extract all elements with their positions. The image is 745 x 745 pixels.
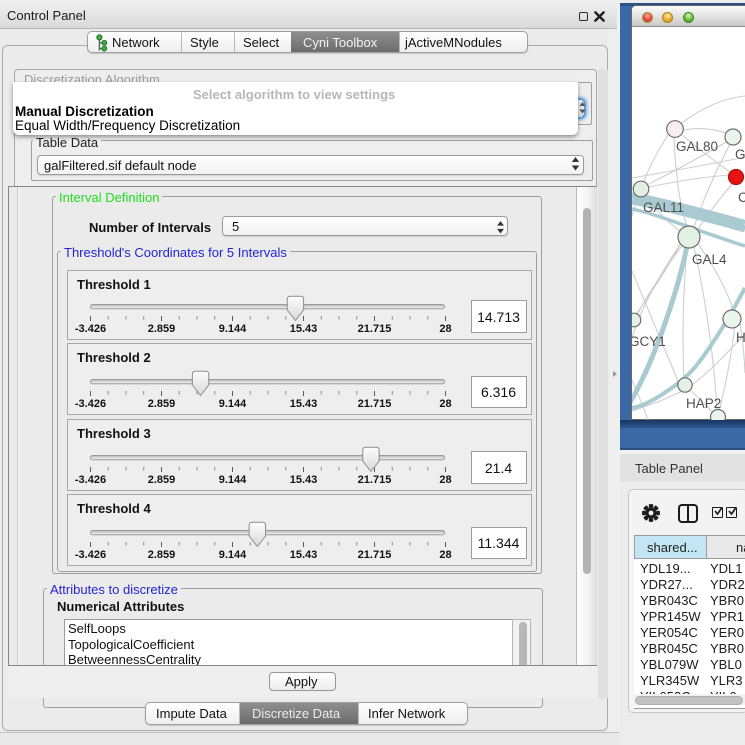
svg-text:HAP2: HAP2 [686,396,721,411]
svg-text:H: H [736,330,745,345]
svg-text:GAL4: GAL4 [692,252,727,267]
svg-text:C: C [738,190,745,205]
svg-text:GAL80: GAL80 [676,139,718,154]
svg-text:GCY1: GCY1 [632,334,666,349]
svg-text:GA: GA [735,147,745,162]
svg-text:GAL11: GAL11 [643,200,684,215]
